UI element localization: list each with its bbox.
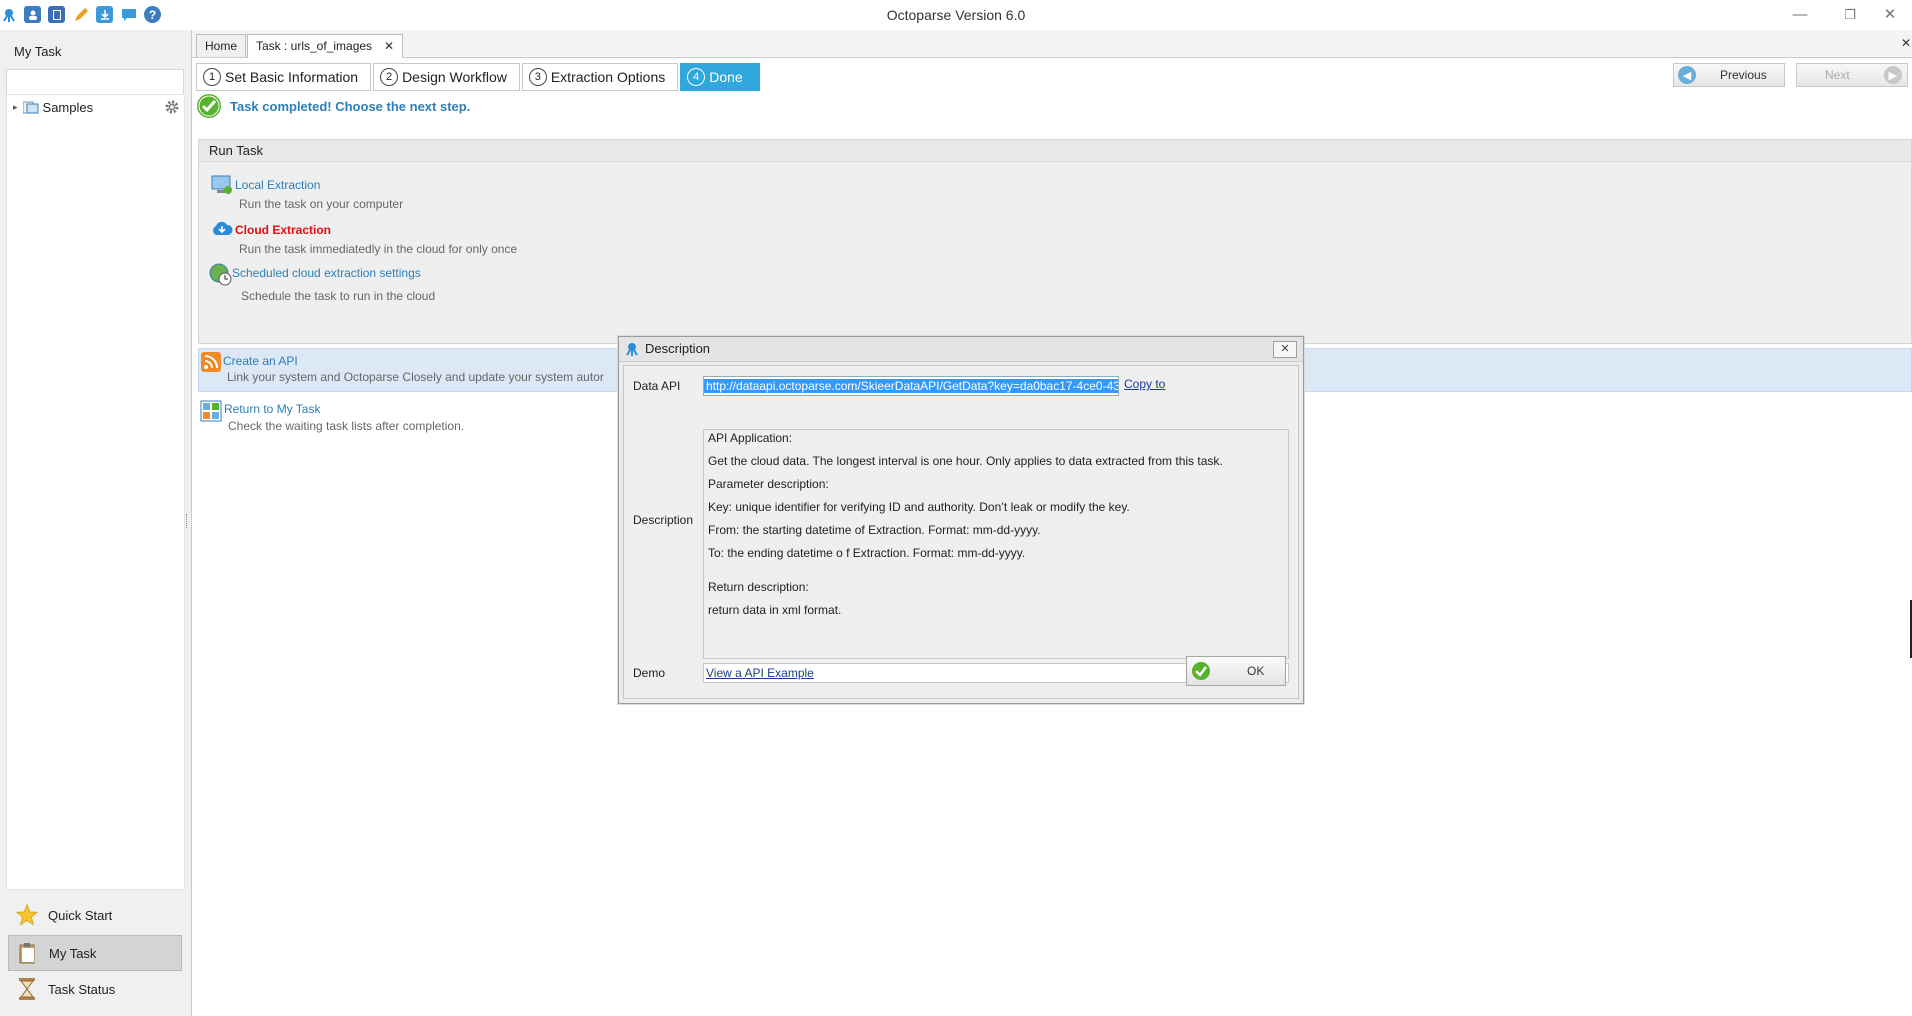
task-tree: ▸ Samples — [6, 94, 185, 890]
expand-arrow-icon[interactable]: ▸ — [13, 102, 18, 113]
arrow-left-icon: ◀ — [1678, 66, 1696, 84]
left-panel-heading: My Task — [14, 44, 62, 59]
step-number: 2 — [380, 68, 399, 86]
description-dialog: Description ✕ Data API http://dataapi.oc… — [618, 336, 1304, 704]
tab-label: Task : urls_of_images — [256, 39, 373, 53]
description-line: API Application: — [708, 431, 793, 445]
wizard-steps: 1 Set Basic Information 2 Design Workflow … — [196, 63, 762, 91]
cloud-extraction-desc: Run the task immediatedly in the cloud f… — [239, 242, 518, 256]
app-title: Octoparse Version 6.0 — [886, 7, 1026, 23]
step-design-workflow[interactable]: 2 Design Workflow — [373, 63, 520, 91]
scheduled-extraction-desc: Schedule the task to run in the cloud — [241, 289, 436, 303]
previous-label: Previous — [1720, 68, 1767, 82]
step-label: Set Basic Information — [225, 69, 359, 85]
description-line: From: the starting datetime of Extractio… — [708, 523, 1041, 537]
description-label: Description — [633, 513, 694, 527]
left-panel: My Task ▸ Samples Quick Start My Task Ta… — [0, 30, 190, 1016]
dialog-body: Data API http://dataapi.octoparse.com/Sk… — [623, 365, 1299, 699]
step-label: Extraction Options — [550, 69, 666, 85]
ok-check-icon — [1191, 661, 1211, 681]
nav-label: My Task — [49, 945, 97, 961]
description-line: Get the cloud data. The longest interval… — [708, 454, 1223, 468]
tab-task-urls-of-images[interactable]: Task : urls_of_images ✕ — [247, 34, 404, 58]
description-text-box[interactable]: API Application: Get the cloud data. The… — [703, 429, 1289, 659]
previous-button[interactable]: ◀ Previous — [1673, 63, 1785, 87]
scheduled-clock-icon — [209, 263, 232, 286]
view-api-example-link[interactable]: View a API Example — [706, 666, 814, 680]
ok-label: OK — [1247, 664, 1265, 678]
step-set-basic-information[interactable]: 1 Set Basic Information — [196, 63, 372, 91]
task-search-input[interactable] — [6, 69, 184, 95]
octoparse-logo-icon — [624, 341, 640, 357]
step-label: Done — [709, 69, 743, 85]
step-number: 1 — [203, 68, 221, 86]
tab-home[interactable]: Home — [196, 34, 247, 57]
tree-item-label: Samples — [42, 100, 94, 115]
description-line: Return description: — [708, 580, 809, 594]
status-message: Task completed! Choose the next step. — [230, 98, 471, 114]
tab-label: Home — [205, 39, 238, 53]
minimize-icon[interactable]: — — [1780, 2, 1820, 28]
step-extraction-options[interactable]: 3 Extraction Options — [521, 63, 679, 91]
data-api-label: Data API — [633, 379, 681, 393]
gear-icon[interactable] — [164, 99, 180, 115]
dialog-title: Description — [645, 341, 711, 356]
close-window-icon[interactable]: ✕ — [1870, 2, 1910, 28]
panel-splitter-handle[interactable] — [186, 514, 189, 528]
nav-quick-start[interactable]: Quick Start — [8, 898, 180, 932]
step-number: 3 — [528, 68, 547, 86]
data-api-field[interactable]: http://dataapi.octoparse.com/SkieerDataA… — [703, 376, 1119, 396]
dialog-close-button[interactable]: ✕ — [1273, 341, 1297, 358]
status-row: Task completed! Choose the next step. — [196, 91, 470, 121]
checkmark-icon — [196, 93, 222, 119]
rss-icon — [201, 352, 223, 374]
cloud-extraction-link[interactable]: Cloud Extraction — [235, 223, 331, 237]
close-all-tabs-icon[interactable]: ✕ — [1901, 36, 1911, 50]
clipboard-icon — [17, 942, 39, 964]
ok-button[interactable]: OK — [1186, 656, 1286, 686]
description-line: Key: unique identifier for verifying ID … — [708, 500, 1130, 514]
step-label: Design Workflow — [402, 69, 507, 85]
cloud-icon — [211, 220, 233, 242]
run-task-panel: Run Task Local Extraction Run the task o… — [198, 139, 1912, 344]
title-bar: ? Octoparse Version 6.0 — ❐ ✕ — [0, 0, 1912, 30]
step-done[interactable]: 4 Done — [680, 63, 760, 91]
dialog-title-bar[interactable]: Description ✕ — [619, 337, 1303, 362]
demo-label: Demo — [633, 666, 666, 680]
description-line: return data in xml format. — [708, 603, 842, 617]
run-task-heading: Run Task — [199, 140, 1911, 162]
return-to-my-task-desc: Check the waiting task lists after compl… — [228, 419, 465, 433]
next-label: Next — [1825, 68, 1850, 82]
nav-label: Task Status — [48, 981, 116, 997]
create-api-link[interactable]: Create an API — [223, 354, 298, 368]
close-tab-icon[interactable]: ✕ — [384, 35, 394, 57]
return-to-my-task-link[interactable]: Return to My Task — [224, 402, 320, 416]
description-line: Parameter description: — [708, 477, 829, 491]
step-number: 4 — [687, 68, 706, 86]
tab-strip: Home Task : urls_of_images ✕ ✕ — [192, 30, 1912, 58]
restore-icon[interactable]: ❐ — [1830, 2, 1870, 28]
task-list-icon — [200, 400, 222, 422]
star-icon — [16, 904, 38, 926]
nav-my-task[interactable]: My Task — [8, 935, 182, 971]
scheduled-extraction-link[interactable]: Scheduled cloud extraction settings — [232, 266, 421, 280]
nav-task-status[interactable]: Task Status — [8, 972, 180, 1006]
local-extraction-desc: Run the task on your computer — [239, 197, 404, 211]
local-extraction-link[interactable]: Local Extraction — [235, 178, 320, 192]
arrow-right-icon: ▶ — [1883, 66, 1902, 84]
data-api-value: http://dataapi.octoparse.com/SkieerDataA… — [704, 379, 1118, 393]
tree-item-samples[interactable]: ▸ Samples — [13, 100, 93, 115]
computer-icon — [211, 174, 233, 196]
folder-icon — [22, 101, 39, 114]
copy-to-link[interactable]: Copy to — [1124, 377, 1165, 391]
next-button[interactable]: Next ▶ — [1796, 63, 1908, 87]
nav-label: Quick Start — [48, 907, 113, 923]
hourglass-icon — [16, 978, 38, 1000]
create-api-desc: Link your system and Octoparse Closely a… — [227, 370, 604, 384]
description-line: To: the ending datetime o f Extraction. … — [708, 546, 1026, 560]
